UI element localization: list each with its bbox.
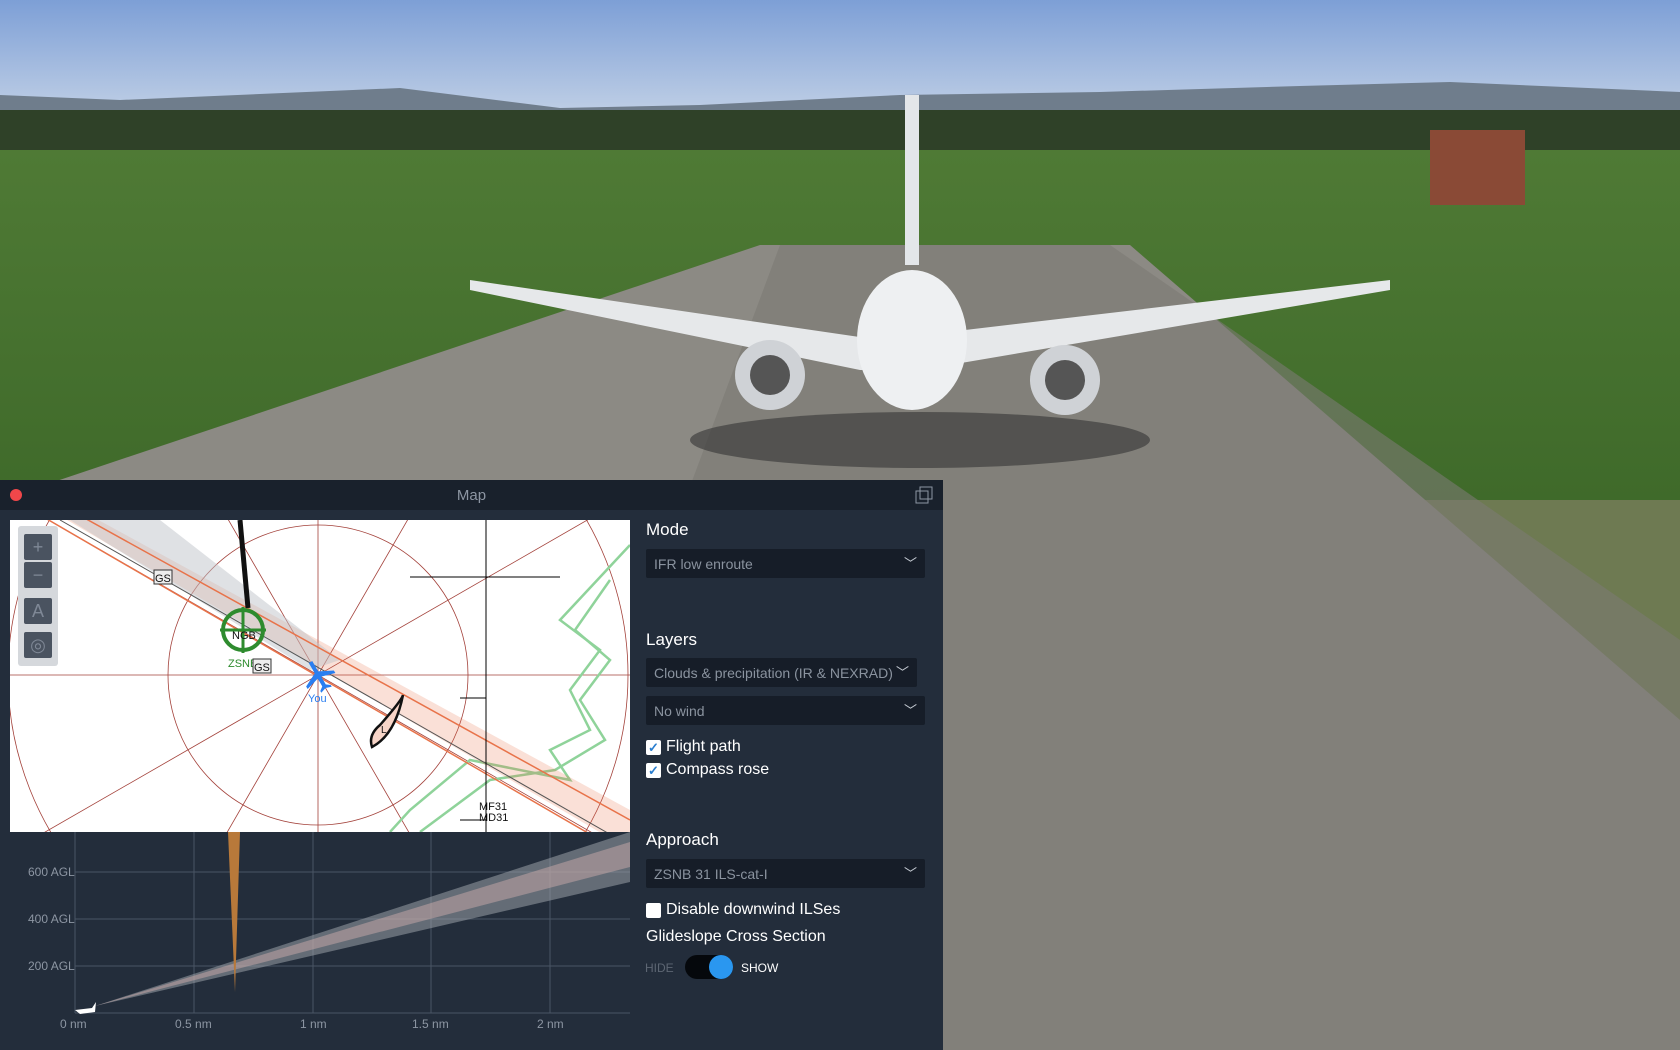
chevron-down-icon: ﹀ [903, 866, 917, 881]
y-tick-label: 400 AGL [28, 912, 75, 926]
approach-label: Approach [646, 830, 719, 849]
disable-downwind-checkbox[interactable]: Disable downwind ILSes [646, 901, 840, 919]
map-canvas[interactable]: L NGB ZSNB GS GS MF31 MD31 You [10, 520, 630, 832]
glideslope-profile: 600 AGL 400 AGL 200 AGL 0 nm 0.5 nm 1 nm… [28, 832, 630, 1031]
toggle-knob [709, 955, 733, 979]
chevron-down-icon: ﹀ [903, 556, 917, 571]
zoom-in-button[interactable]: + [24, 534, 52, 560]
gs-marker: GS [155, 573, 171, 585]
aircraft-profile-icon [75, 1002, 96, 1014]
glideslope-toggle[interactable] [685, 955, 733, 979]
x-tick-label: 0 nm [60, 1017, 87, 1031]
localizer-label: L [381, 725, 387, 736]
layers-value: Clouds & precipitation (IR & NEXRAD) [654, 665, 893, 681]
mode-label: Mode [646, 520, 689, 539]
checkbox-checked-icon: ✓ [646, 739, 661, 755]
compass-rose-label: Compass rose [666, 761, 770, 778]
y-tick-label: 200 AGL [28, 959, 75, 973]
disable-downwind-label: Disable downwind ILSes [666, 901, 841, 918]
center-button[interactable]: ◎ [24, 632, 52, 658]
window-title: Map [456, 487, 487, 504]
map-controls: + − A ◎ [18, 526, 58, 666]
glideslope-label: Glideslope Cross Section [646, 928, 826, 945]
approach-value: ZSNB 31 ILS-cat-I [654, 866, 768, 882]
x-tick-label: 1.5 nm [412, 1017, 449, 1031]
layers-dropdown[interactable]: Clouds & precipitation (IR & NEXRAD) ﹀ [646, 658, 917, 687]
layers-label: Layers [646, 630, 698, 649]
toggle-hide-label: HIDE [645, 961, 674, 975]
target-icon: ◎ [30, 635, 46, 655]
you-label: You [308, 693, 327, 705]
x-tick-label: 2 nm [537, 1017, 564, 1031]
north-up-button[interactable]: A [24, 598, 52, 624]
x-tick-label: 1 nm [300, 1017, 327, 1031]
mode-dropdown[interactable]: IFR low enroute ﹀ [646, 549, 925, 578]
flight-path-checkbox[interactable]: ✓ Flight path [646, 738, 741, 756]
wind-dropdown[interactable]: No wind ﹀ [646, 696, 925, 725]
chevron-down-icon: ﹀ [903, 703, 917, 718]
wind-value: No wind [654, 703, 705, 719]
x-tick-label: 0.5 nm [175, 1017, 212, 1031]
toggle-show-label: SHOW [741, 961, 779, 975]
checkbox-checked-icon: ✓ [646, 762, 661, 778]
map-view[interactable]: L NGB ZSNB GS GS MF31 MD31 You + − A ◎ [10, 520, 630, 832]
mode-value: IFR low enroute [654, 556, 753, 572]
navaid-label: NGB [232, 630, 256, 642]
gs-marker: GS [254, 662, 270, 674]
fix-label: MD31 [479, 812, 508, 824]
compass-rose-checkbox[interactable]: ✓ Compass rose [646, 761, 769, 779]
approach-dropdown[interactable]: ZSNB 31 ILS-cat-I ﹀ [646, 859, 925, 888]
y-tick-label: 600 AGL [28, 865, 75, 879]
chevron-down-icon: ﹀ [895, 665, 909, 680]
checkbox-unchecked-icon [646, 902, 661, 918]
flight-path-label: Flight path [666, 738, 741, 755]
zoom-out-button[interactable]: − [24, 562, 52, 588]
popout-icon[interactable] [915, 486, 933, 504]
title-bar[interactable]: Map [0, 480, 943, 510]
